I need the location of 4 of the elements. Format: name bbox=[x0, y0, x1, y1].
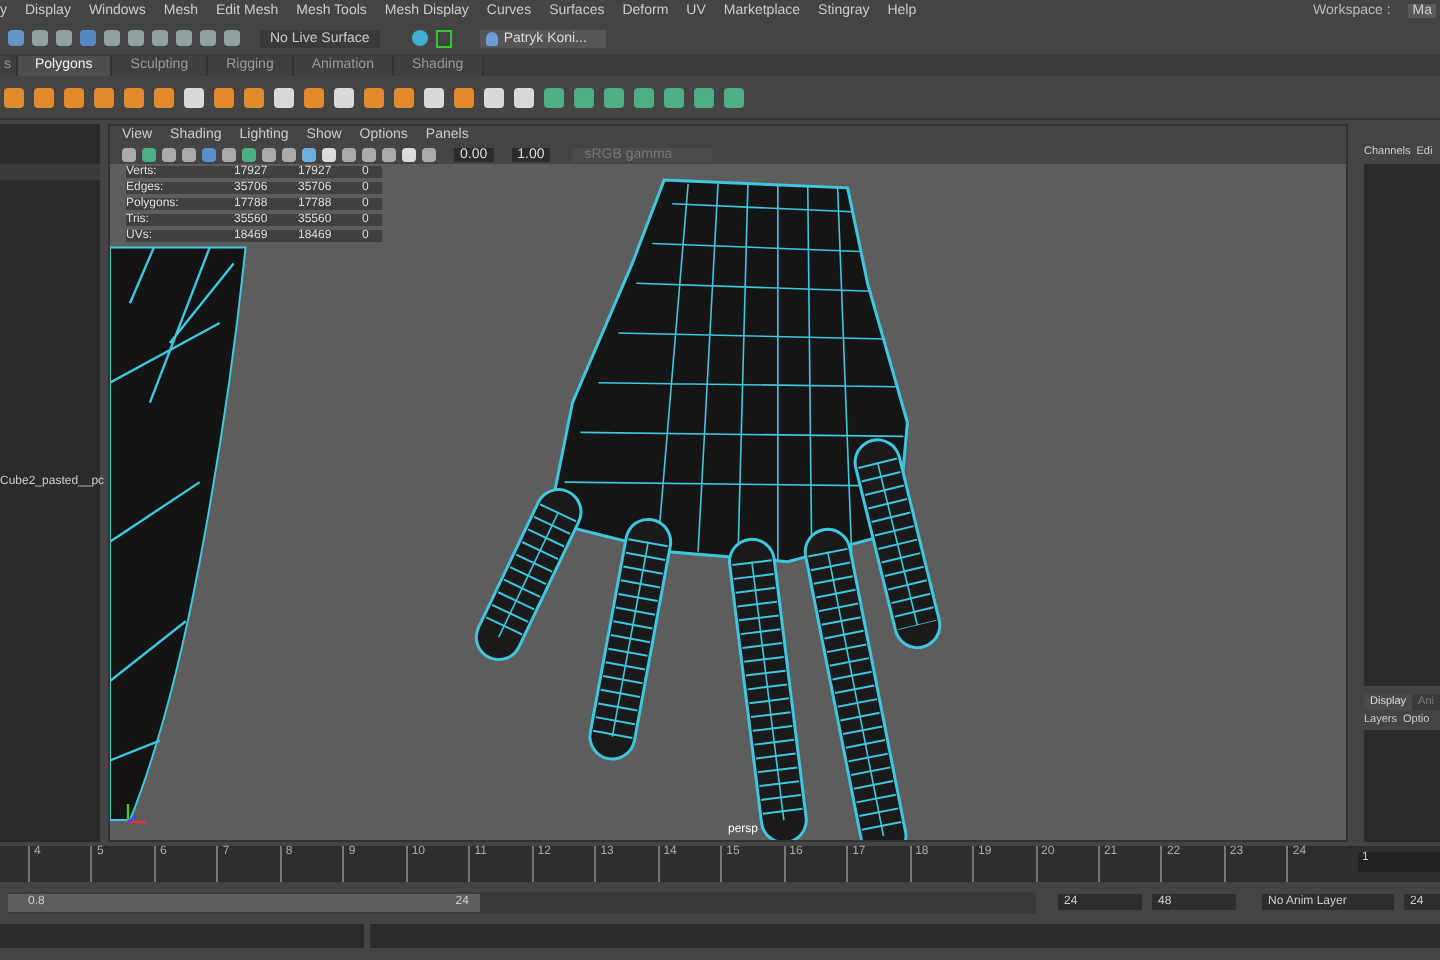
axis-gizmo-icon bbox=[122, 800, 150, 828]
person-icon bbox=[485, 31, 498, 45]
layer-list bbox=[1364, 730, 1440, 842]
command-line-field[interactable] bbox=[0, 924, 364, 948]
